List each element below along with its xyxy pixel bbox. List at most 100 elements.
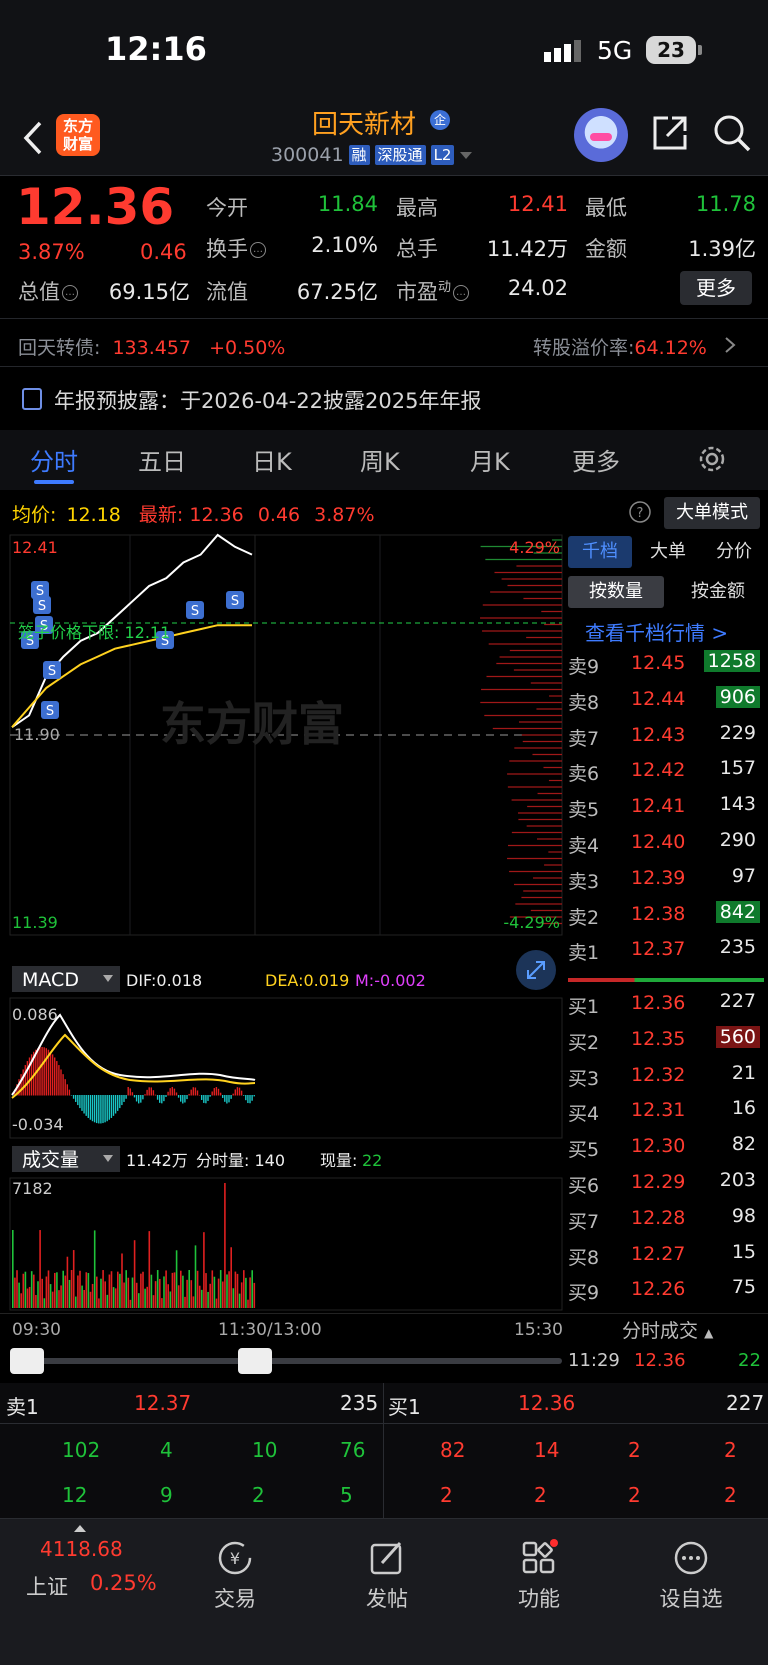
- macd-bar: [100, 1095, 102, 1124]
- scroll-handle-right[interactable]: [238, 1348, 272, 1374]
- back-icon[interactable]: [22, 120, 44, 156]
- nav-watchlist[interactable]: 设自选: [636, 1539, 746, 1613]
- macd-bar: [161, 1095, 163, 1104]
- tab-big-orders[interactable]: 大单: [636, 536, 700, 568]
- premium-rate[interactable]: 转股溢价率:64.12%: [533, 333, 737, 360]
- time-scrollbar-track[interactable]: [12, 1358, 562, 1364]
- volume-bar: [219, 1270, 222, 1308]
- queue-buy-qty: 227: [726, 1391, 765, 1415]
- nav-post[interactable]: 发帖: [332, 1539, 442, 1613]
- ask-level[interactable]: 卖8 12.44 906: [568, 684, 768, 718]
- volume-bar: [171, 1272, 174, 1308]
- info-icon[interactable]: …: [62, 285, 78, 301]
- ask-level[interactable]: 卖3 12.39 97: [568, 863, 768, 897]
- volume-bar: [79, 1270, 81, 1308]
- macd-bar: [251, 1095, 253, 1101]
- macd-bar: [144, 1094, 146, 1096]
- app-logo[interactable]: 东方财富: [56, 114, 100, 156]
- ask-level[interactable]: 卖4 12.40 290: [568, 827, 768, 861]
- pct-top-label: 4.29%: [509, 538, 560, 557]
- volume-bar: [224, 1183, 226, 1308]
- bid-label: 买3: [568, 1067, 600, 1090]
- volume-bar: [77, 1275, 79, 1308]
- volume-bar: [37, 1281, 39, 1308]
- help-icon[interactable]: ?: [628, 500, 652, 524]
- queue-order-size: 9: [160, 1483, 173, 1507]
- x-label-midday: 11:30/13:00: [218, 1320, 322, 1340]
- volume-bar: [62, 1270, 64, 1308]
- bid-level[interactable]: 买2 12.35 560: [568, 1024, 768, 1058]
- low-value: 11.78: [695, 192, 756, 216]
- ask-level[interactable]: 卖6 12.42 157: [568, 755, 768, 789]
- bid-price: 12.36: [631, 992, 686, 1014]
- seg-by-amount[interactable]: 按金额: [670, 576, 766, 608]
- bid-level[interactable]: 买3 12.32 21: [568, 1060, 768, 1094]
- ask-level[interactable]: 卖5 12.41 143: [568, 791, 768, 825]
- tick-volume: 分时量: 140: [196, 1151, 285, 1170]
- macd-bar: [62, 1074, 64, 1096]
- tick-trades-header[interactable]: 分时成交 ▲: [622, 1316, 713, 1343]
- volume-bar: [60, 1285, 62, 1308]
- stock-code-row[interactable]: 300041 融 深股通 L2: [271, 144, 473, 166]
- bid-level[interactable]: 买4 12.31 16: [568, 1095, 768, 1129]
- tab-price-split[interactable]: 分价: [702, 536, 766, 568]
- macd-top-label: 0.086: [12, 1005, 58, 1024]
- macd-bar: [114, 1095, 117, 1114]
- share-icon[interactable]: [650, 113, 690, 153]
- tab-five-day[interactable]: 五日: [138, 442, 186, 477]
- macd-bar: [245, 1095, 247, 1101]
- macd-bar: [72, 1095, 75, 1099]
- nav-trade[interactable]: ¥ 交易: [180, 1539, 290, 1613]
- queue-order-size: 5: [340, 1483, 353, 1507]
- volume-bar: [138, 1293, 140, 1308]
- sell-marker: S: [41, 701, 59, 719]
- scroll-handle-left[interactable]: [10, 1348, 44, 1374]
- intraday-chart[interactable]: SSSSSSSSS 12.41 4.29% 11.39 -4.29% 11.90…: [0, 530, 565, 1320]
- index-name[interactable]: 上证: [26, 1571, 68, 1601]
- queue-order-size: 2: [724, 1483, 737, 1507]
- volume-histogram: [12, 1183, 256, 1308]
- info-icon[interactable]: …: [453, 285, 470, 301]
- bid-level[interactable]: 买5 12.30 82: [568, 1131, 768, 1165]
- nav-functions[interactable]: 功能: [484, 1539, 594, 1613]
- convertible-bond-row[interactable]: 回天转债: 133.457 +0.50%: [18, 333, 285, 360]
- volume-label: 总手: [396, 237, 438, 261]
- info-icon[interactable]: …: [250, 242, 266, 258]
- bid-level[interactable]: 买8 12.27 15: [568, 1239, 768, 1273]
- ask-level[interactable]: 卖9 12.45 1258: [568, 648, 768, 682]
- seg-by-quantity[interactable]: 按数量: [568, 576, 664, 608]
- full-depth-link[interactable]: 查看千档行情 >: [585, 617, 728, 646]
- macd-bar: [20, 1074, 22, 1096]
- macd-bar: [83, 1095, 85, 1114]
- volume-bar: [165, 1270, 167, 1308]
- tab-monthly-k[interactable]: 月K: [470, 442, 510, 477]
- tab-more[interactable]: 更多: [572, 442, 620, 477]
- macd-bar: [89, 1095, 92, 1120]
- settings-gear-icon[interactable]: [696, 443, 728, 475]
- volume-bar: [154, 1281, 157, 1308]
- ask-level[interactable]: 卖7 12.43 229: [568, 720, 768, 754]
- bid-level[interactable]: 买9 12.26 75: [568, 1274, 768, 1308]
- more-button[interactable]: 更多: [680, 271, 752, 305]
- ask-level[interactable]: 卖1 12.37 235: [568, 934, 768, 968]
- volume-bar: [180, 1270, 182, 1308]
- macd-bar: [224, 1095, 226, 1102]
- ask-qty: 97: [731, 864, 756, 887]
- bid-level[interactable]: 买7 12.28 98: [568, 1203, 768, 1237]
- bid-level[interactable]: 买6 12.29 203: [568, 1167, 768, 1201]
- volume-bar: [156, 1270, 159, 1308]
- tab-weekly-k[interactable]: 周K: [360, 442, 400, 477]
- volume-bar: [140, 1273, 142, 1308]
- bid-level[interactable]: 买1 12.36 227: [568, 988, 768, 1022]
- report-notice[interactable]: 年报预披露：于2026-04-22披露2025年年报: [54, 385, 481, 415]
- big-order-mode-button[interactable]: 大单模式: [664, 497, 760, 529]
- tab-daily-k[interactable]: 日K: [252, 442, 292, 477]
- macd-bar: [173, 1088, 176, 1096]
- queue-order-size: 2: [440, 1483, 453, 1507]
- volume-bar: [201, 1289, 203, 1308]
- tab-depth[interactable]: 千档: [568, 536, 632, 568]
- search-icon[interactable]: [712, 113, 752, 153]
- ask-level[interactable]: 卖2 12.38 842: [568, 899, 768, 933]
- tab-intraday[interactable]: 分时: [30, 442, 78, 477]
- macd-label: MACD: [22, 969, 79, 991]
